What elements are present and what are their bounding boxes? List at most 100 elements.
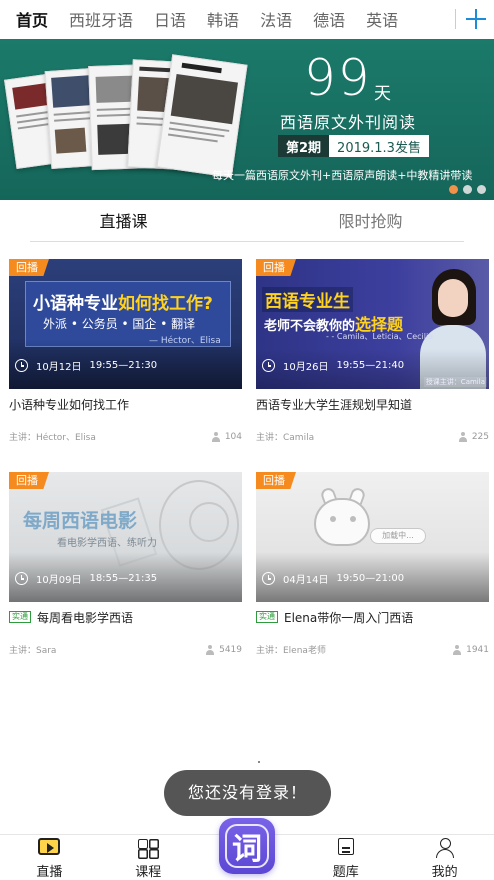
replay-badge: 回播	[256, 259, 296, 276]
login-toast: 您还没有登录！	[164, 770, 331, 816]
course-thumbnail[interactable]: 加载中... 回播 04月14日 19:50—21:00	[256, 472, 489, 602]
banner-subtitle: 每天一篇西语原文外刊+西语原声朗读+中教精讲带读	[212, 169, 473, 182]
tab-german[interactable]: 德语	[313, 7, 345, 31]
course-meta: 主讲：Sara 5419	[9, 643, 242, 656]
replay-badge: 回播	[9, 472, 49, 489]
course-time-range: 18:55—21:35	[89, 573, 158, 584]
course-meta: 主讲：Camila 225	[256, 430, 489, 443]
tab-live-courses[interactable]: 直播课	[0, 204, 247, 242]
pagination-dot[interactable]	[477, 185, 486, 194]
thumbnail-caption: 授课主讲：Camila	[423, 377, 487, 387]
course-card[interactable]: 小语种专业如何找工作? 外派 • 公务员 • 国企 • 翻译 — Héctor、…	[9, 259, 242, 443]
course-date: 10月09日	[36, 575, 82, 586]
scroll-indicator	[258, 761, 260, 763]
promo-banner[interactable]: 99 天 西语原文外刊阅读 第2期 2019.1.3发售 每天一篇西语原文外刊+…	[0, 39, 494, 200]
course-lecturer: 主讲：Sara	[9, 646, 57, 656]
live-play-icon	[38, 838, 61, 855]
course-title[interactable]: Elena带你一周入门西语	[284, 609, 413, 626]
course-title-row[interactable]: 小语种专业如何找工作	[9, 396, 242, 412]
course-time-range: 19:55—21:40	[336, 360, 405, 371]
person-icon	[211, 431, 221, 442]
person-icon	[452, 644, 462, 655]
nav-courses[interactable]: 课程	[99, 835, 198, 880]
course-title[interactable]: 小语种专业如何找工作	[9, 396, 129, 413]
clock-icon	[262, 572, 275, 585]
banner-pagination	[449, 185, 486, 194]
banner-issue: 第2期 2019.1.3发售	[278, 135, 429, 157]
course-time: 04月14日 19:50—21:00	[262, 571, 404, 586]
viewer-count: 1941	[452, 644, 489, 655]
section-tabs: 直播课 限时抢购	[0, 204, 494, 242]
course-meta: 主讲：Héctor、Elisa 104	[9, 430, 242, 443]
course-title-row[interactable]: 实通 每周看电影学西语	[9, 609, 242, 625]
document-icon	[337, 838, 354, 855]
course-thumbnail[interactable]: 小语种专业如何找工作? 外派 • 公务员 • 国企 • 翻译 — Héctor、…	[9, 259, 242, 389]
course-lecturer: 主讲：Elena老师	[256, 646, 326, 656]
course-meta: 主讲：Elena老师 1941	[256, 643, 489, 656]
course-title[interactable]: 西语专业大学生涯规划早知道	[256, 396, 412, 413]
course-time: 10月09日 18:55—21:35	[15, 571, 157, 586]
tab-french[interactable]: 法语	[260, 7, 292, 31]
viewer-count: 225	[458, 431, 489, 442]
course-date: 10月26日	[283, 362, 329, 373]
course-card[interactable]: 加载中... 回播 04月14日 19:50—21:00 实通 Elena带你一…	[256, 472, 489, 656]
course-thumbnail[interactable]: 西语专业生 老师不会教你的选择题 - - Camila、Leticia、Ceci…	[256, 259, 489, 389]
course-date: 04月14日	[283, 575, 329, 586]
banner-day-count: 99	[304, 49, 372, 107]
thumbnail-tags: 外派 • 公务员 • 国企 • 翻译	[43, 317, 196, 331]
tab-flash-sale[interactable]: 限时抢购	[247, 204, 494, 242]
nav-live[interactable]: 直播	[0, 835, 99, 880]
tab-english[interactable]: 英语	[366, 7, 398, 31]
thumbnail-headline: 小语种专业如何找工作?	[33, 294, 213, 314]
course-time: 10月26日 19:55—21:40	[262, 358, 404, 373]
nav-profile-label: 我的	[431, 865, 458, 880]
banner-release-date: 2019.1.3发售	[329, 135, 429, 157]
tab-spanish[interactable]: 西班牙语	[69, 7, 133, 31]
dictionary-icon: 词	[225, 824, 269, 868]
tab-japanese[interactable]: 日语	[154, 7, 186, 31]
nav-courses-label: 课程	[135, 865, 162, 880]
magazine-image-5	[156, 54, 248, 178]
app-screen: 首页 西班牙语 日语 韩语 法语 德语 英语 99 天 西语原文外刊阅读 第2期…	[0, 0, 494, 880]
tab-divider-line	[30, 241, 464, 242]
add-language-icon[interactable]	[464, 7, 488, 31]
replay-badge: 回播	[9, 259, 49, 276]
nav-question-bank-label: 题库	[332, 865, 359, 880]
viewer-count: 5419	[205, 644, 242, 655]
course-date: 10月12日	[36, 362, 82, 373]
tab-home[interactable]: 首页	[16, 7, 48, 31]
person-icon	[458, 431, 468, 442]
clock-icon	[15, 572, 28, 585]
course-card[interactable]: 西语专业生 老师不会教你的选择题 - - Camila、Leticia、Ceci…	[256, 259, 489, 443]
banner-title: 西语原文外刊阅读	[280, 113, 417, 132]
course-time-range: 19:50—21:00	[336, 573, 405, 584]
nav-live-label: 直播	[36, 865, 63, 880]
course-title[interactable]: 每周看电影学西语	[37, 609, 133, 626]
replay-tag: 实通	[256, 611, 278, 623]
course-title-row[interactable]: 实通 Elena带你一周入门西语	[256, 609, 489, 625]
tab-korean[interactable]: 韩语	[207, 7, 239, 31]
nav-question-bank[interactable]: 题库	[296, 835, 395, 880]
banner-issue-number: 第2期	[278, 135, 330, 157]
user-icon	[434, 838, 456, 858]
replay-badge: 回播	[256, 472, 296, 489]
pagination-dot[interactable]	[463, 185, 472, 194]
pagination-dot[interactable]	[449, 185, 458, 194]
course-title-row[interactable]: 西语专业大学生涯规划早知道	[256, 396, 489, 412]
viewer-count: 104	[211, 431, 242, 442]
course-time: 10月12日 19:55—21:30	[15, 358, 157, 373]
course-thumbnail[interactable]: 每周西语电影 看电影学西语、练听力 回播 10月09日 18:55—21:35	[9, 472, 242, 602]
tab-divider	[455, 9, 456, 29]
course-card[interactable]: 每周西语电影 看电影学西语、练听力 回播 10月09日 18:55—21:35 …	[9, 472, 242, 656]
course-lecturer: 主讲：Camila	[256, 433, 315, 443]
nav-profile[interactable]: 我的	[395, 835, 494, 880]
cartoon-character	[314, 498, 370, 546]
grid-icon	[137, 838, 159, 855]
replay-tag: 实通	[9, 611, 31, 623]
banner-day-unit: 天	[374, 84, 391, 104]
dictionary-button[interactable]: 词	[219, 818, 275, 874]
course-lecturer: 主讲：Héctor、Elisa	[9, 433, 96, 443]
language-tabs: 首页 西班牙语 日语 韩语 法语 德语 英语	[0, 7, 455, 31]
course-time-range: 19:55—21:30	[89, 360, 158, 371]
clock-icon	[262, 359, 275, 372]
